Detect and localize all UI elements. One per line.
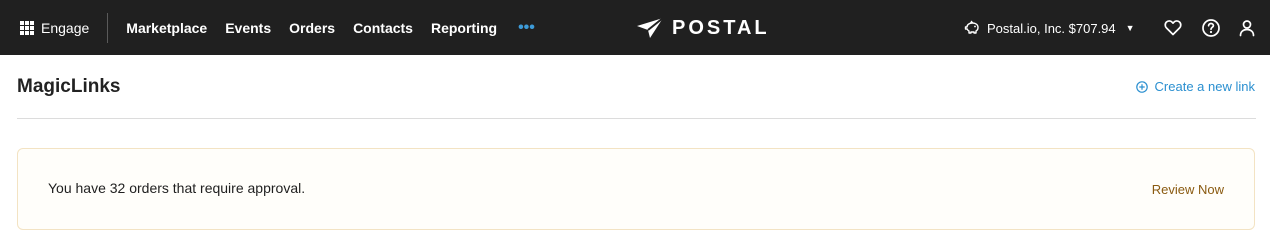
review-now-link[interactable]: Review Now <box>1152 182 1224 197</box>
page-header: MagicLinks Create a new link <box>17 55 1256 119</box>
nav-item-orders[interactable]: Orders <box>289 20 335 36</box>
engage-menu-button[interactable]: Engage <box>0 12 109 43</box>
help-icon[interactable] <box>1201 18 1221 38</box>
top-navigation-bar: Engage Marketplace Events Orders Contact… <box>0 0 1270 55</box>
chevron-down-icon: ▼ <box>1125 23 1135 33</box>
nav-item-reporting[interactable]: Reporting <box>431 20 497 36</box>
paper-plane-icon <box>637 17 664 38</box>
approval-alert-banner: You have 32 orders that require approval… <box>17 148 1255 230</box>
nav-item-contacts[interactable]: Contacts <box>353 20 413 36</box>
account-label: Postal.io, Inc. $707.94 <box>987 20 1116 36</box>
ellipsis-icon[interactable]: ••• <box>518 19 535 35</box>
add-circle-icon <box>1135 80 1148 93</box>
nav-item-marketplace[interactable]: Marketplace <box>126 20 207 36</box>
user-icon[interactable] <box>1237 18 1257 38</box>
engage-label: Engage <box>41 19 90 36</box>
grid-icon <box>20 20 34 35</box>
account-switcher[interactable]: Postal.io, Inc. $707.94 ▼ <box>964 17 1135 39</box>
main-nav: Marketplace Events Orders Contacts Repor… <box>126 19 535 36</box>
heart-icon[interactable] <box>1163 18 1183 38</box>
postal-logo[interactable]: POSTAL <box>636 15 770 41</box>
create-new-link-label: Create a new link <box>1154 79 1255 94</box>
piggy-bank-icon <box>964 20 979 34</box>
nav-item-events[interactable]: Events <box>225 20 271 36</box>
page-title: MagicLinks <box>17 76 121 97</box>
approval-message: You have 32 orders that require approval… <box>48 180 306 196</box>
logo-text: POSTAL <box>672 16 770 39</box>
create-new-link-button[interactable]: Create a new link <box>1135 79 1255 94</box>
